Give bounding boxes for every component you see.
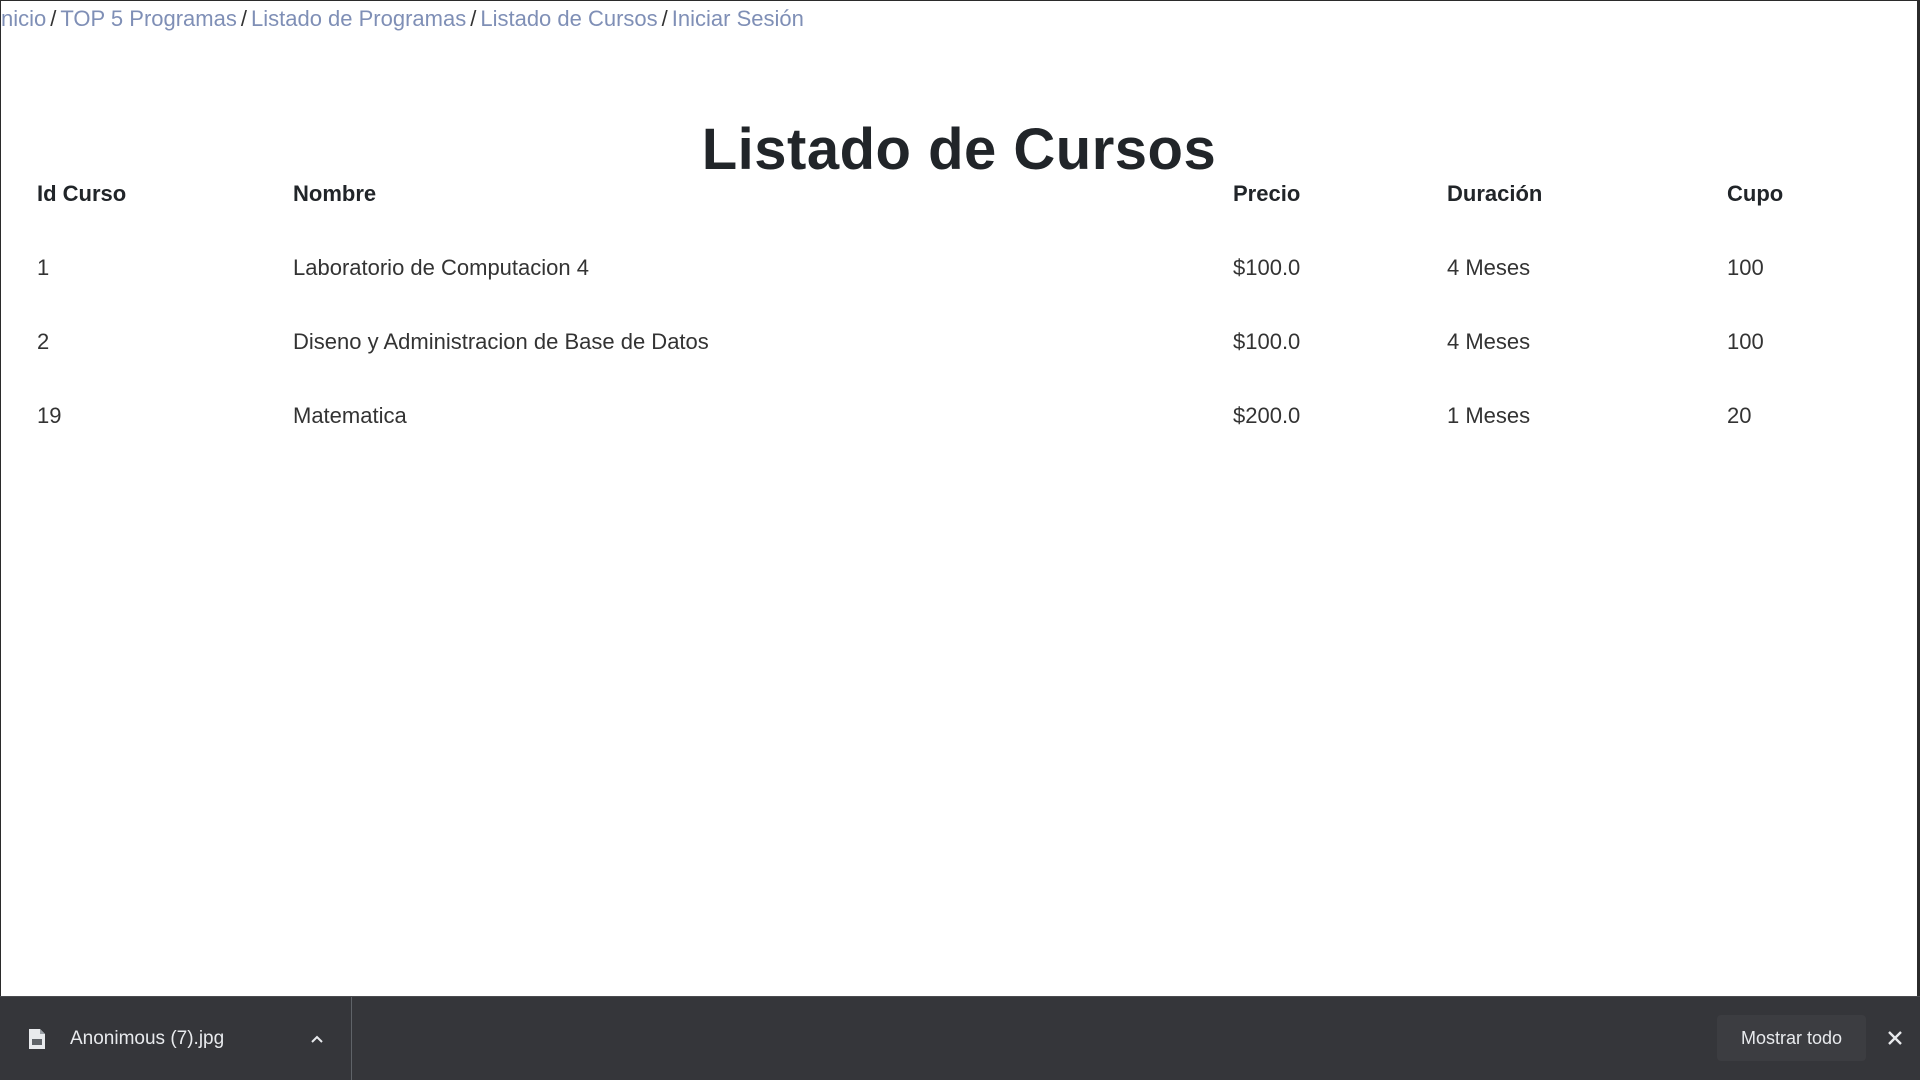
breadcrumb-listado-programas[interactable]: Listado de Programas — [251, 6, 466, 31]
cell-cupo: 100 — [1727, 329, 1764, 354]
header-cupo: Cupo — [1727, 181, 1784, 206]
breadcrumb-inicio[interactable]: nicio — [1, 6, 46, 31]
cell-precio: $200.0 — [1233, 403, 1301, 428]
cell-id: 1 — [37, 255, 50, 280]
cell-nombre: Diseno y Administracion de Base de Datos — [293, 329, 709, 354]
header-nombre: Nombre — [293, 181, 377, 206]
courses-table: Id Curso Nombre Precio Duración Cupo 1 L… — [25, 157, 1893, 453]
browser-page: nicio / TOP 5 Programas / Listado de Program… — [0, 0, 1917, 996]
table-row: 1 Laboratorio de Computacion 4 $100.0 4 … — [25, 231, 1893, 305]
downloads-bar: Anonimous (7).jpg Mostrar todo — [0, 996, 1920, 1080]
header-id-curso: Id Curso — [37, 181, 127, 206]
cell-duracion: 4 Meses — [1447, 255, 1531, 280]
breadcrumb-separator: / — [470, 6, 477, 31]
download-file-name: Anonimous (7).jpg — [70, 1027, 225, 1049]
table-row: 2 Diseno y Administracion de Base de Dat… — [25, 305, 1893, 379]
cell-duracion: 1 Meses — [1447, 403, 1531, 428]
table-row: 19 Matematica $200.0 1 Meses 20 — [25, 379, 1893, 453]
cell-id: 19 — [37, 403, 62, 428]
breadcrumb-separator: / — [50, 6, 57, 31]
breadcrumb-top5-programas[interactable]: TOP 5 Programas — [60, 6, 236, 31]
download-item[interactable]: Anonimous (7).jpg — [0, 997, 352, 1080]
breadcrumb-listado-cursos[interactable]: Listado de Cursos — [480, 6, 657, 31]
table-header: Id Curso Nombre Precio Duración Cupo — [25, 157, 1893, 231]
table-header-row: Id Curso Nombre Precio Duración Cupo — [25, 157, 1893, 231]
cell-cupo: 20 — [1727, 403, 1752, 428]
chevron-up-icon[interactable] — [307, 1029, 327, 1049]
cell-id: 2 — [37, 329, 50, 354]
breadcrumb-separator: / — [240, 6, 247, 31]
table-body: 1 Laboratorio de Computacion 4 $100.0 4 … — [25, 231, 1893, 453]
cell-duracion: 4 Meses — [1447, 329, 1531, 354]
header-precio: Precio — [1233, 181, 1301, 206]
cell-nombre: Laboratorio de Computacion 4 — [293, 255, 589, 280]
file-icon — [28, 1028, 46, 1050]
breadcrumb-separator: / — [661, 6, 668, 31]
header-duracion: Duración — [1447, 181, 1543, 206]
breadcrumb: nicio / TOP 5 Programas / Listado de Program… — [1, 5, 804, 33]
cell-precio: $100.0 — [1233, 329, 1301, 354]
show-all-button[interactable]: Mostrar todo — [1716, 1015, 1866, 1061]
close-icon[interactable] — [1884, 1027, 1906, 1049]
cell-nombre: Matematica — [293, 403, 407, 428]
cell-cupo: 100 — [1727, 255, 1764, 280]
breadcrumb-iniciar-sesion[interactable]: Iniciar Sesión — [672, 6, 804, 31]
cell-precio: $100.0 — [1233, 255, 1301, 280]
